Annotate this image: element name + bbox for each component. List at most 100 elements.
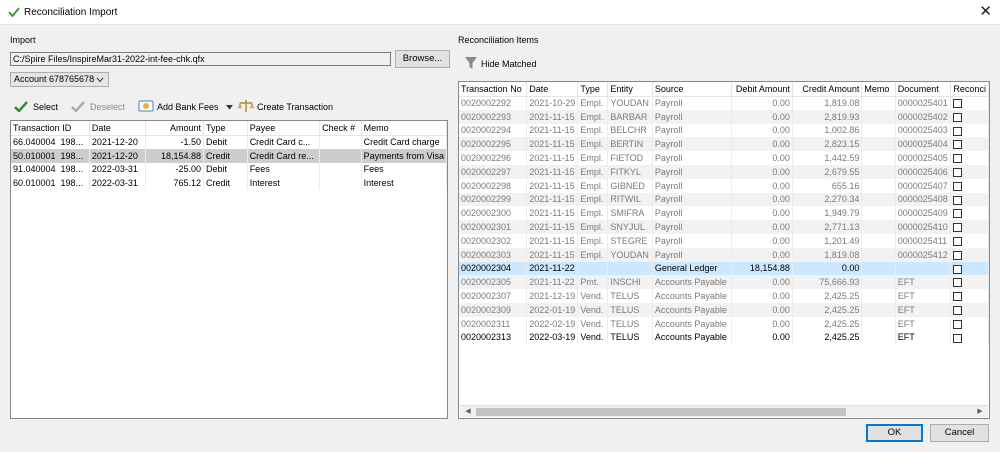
table-cell: 0000025410 [895,220,952,234]
reconciled-checkbox[interactable] [953,292,963,302]
reconciled-cell [950,137,989,152]
table-row[interactable]: 0020002293 2021-11-15 Empl. BARBAR Payroll 0.… [459,109,989,124]
table-cell: 0000025405 [895,151,952,165]
table-cell [861,316,896,331]
table-cell: 0020002307 [459,289,528,303]
table-cell: FITKYL [607,164,653,179]
table-row[interactable]: 0020002295 2021-11-15 Empl. BERTIN Payroll 0.… [459,137,989,152]
table-row[interactable]: 0020002311 2022-02-19 Vend. TELUS Accounts P… [459,316,989,331]
table-row[interactable]: 0020002299 2021-11-15 Empl. RITWIL Payroll 0.… [459,192,989,207]
table-cell: 0.00 [731,247,793,262]
table-row[interactable]: 91.040004 198... 2022-03-31 -25.00 Debit Fees… [11,162,447,177]
horizontal-scrollbar[interactable]: ◀ ▶ [460,405,988,417]
col-header-transaction-id[interactable]: Transaction ID [11,121,90,136]
reconciled-checkbox[interactable] [953,236,963,246]
table-row[interactable]: 0020002296 2021-11-15 Empl. FIETOD Payroll 0.… [459,151,989,165]
table-cell: Vend. [577,289,609,303]
col-header-entity[interactable]: Entity [607,82,653,97]
scroll-right-icon[interactable]: ▶ [974,406,986,418]
import-transactions-grid[interactable]: Transaction ID ^ Date Amount Type Payee C… [10,120,448,419]
hide-matched-button[interactable]: Hide Matched [464,56,537,72]
reconciliation-items-grid[interactable]: ^ Transaction No Date Type Entity Source … [458,81,990,419]
col-header-memo[interactable]: Memo [361,121,447,136]
reconciled-checkbox[interactable] [953,278,963,288]
table-cell: TELUS [607,316,653,331]
table-cell: 0.00 [731,316,793,331]
table-row[interactable]: 50.010001 198... 2021-12-20 18,154.88 Credit… [11,148,447,163]
account-select[interactable]: Account 678765678 [10,72,109,87]
table-cell: 0020002309 [459,302,528,317]
col-header-payee[interactable]: Payee [247,121,321,136]
table-cell: 50.010001 198... [11,148,90,163]
reconciled-checkbox[interactable] [953,305,963,315]
table-row[interactable]: 0020002298 2021-11-15 Empl. GIBNED Payroll 0.… [459,178,989,193]
table-row[interactable]: 0020002300 2021-11-15 Empl. SMIFRA Payroll 0.… [459,206,989,221]
table-cell [319,135,362,149]
table-row[interactable]: 0020002305 2021-11-22 Pmt. INSCHI Accounts P… [459,275,989,290]
table-row[interactable]: 0020002303 2021-11-15 Empl. YOUDAN Payroll 0.… [459,247,989,262]
col-header-source[interactable]: Source [652,82,732,97]
col-header-reconciled[interactable]: Reconci [950,82,989,97]
col-header-check[interactable]: Check # [319,121,362,136]
table-row[interactable]: 0020002302 2021-11-15 Empl. STEGRE Payroll 0.… [459,233,989,248]
col-header-transaction-no[interactable]: ^ Transaction No [459,82,528,97]
reconciled-checkbox[interactable] [953,168,963,177]
table-cell: 0.00 [731,275,793,290]
table-cell: Empl. [577,178,609,193]
reconciled-checkbox[interactable] [953,112,963,122]
reconciled-checkbox[interactable] [953,99,963,109]
table-cell: Payroll [652,109,732,124]
table-row[interactable]: 0020002292 2021-10-29 Empl. YOUDAN Payroll 0.… [459,96,989,110]
reconciled-cell [950,192,989,207]
table-cell: Credit Card re... [247,148,321,163]
table-cell [861,261,896,276]
reconciled-checkbox[interactable] [953,250,963,260]
table-cell: 2,819.93 [792,109,863,124]
table-row[interactable]: 0020002307 2021-12-19 Vend. TELUS Accounts P… [459,289,989,303]
cancel-button[interactable]: Cancel [930,424,989,442]
scroll-left-icon[interactable]: ◀ [462,406,474,418]
reconciled-checkbox[interactable] [953,209,963,219]
table-row[interactable]: 0020002301 2021-11-15 Empl. SNYJUL Payroll 0.… [459,220,989,234]
table-row[interactable]: 0020002313 2022-03-19 Vend. TELUS Accounts P… [459,330,989,345]
reconciled-cell [950,261,989,276]
reconciled-cell [950,164,989,179]
col-header-type[interactable]: Type [203,121,248,136]
table-row[interactable]: 0020002309 2022-01-19 Vend. TELUS Accounts P… [459,302,989,317]
table-cell: Accounts Payable [652,275,732,290]
create-transaction-button[interactable]: Create Transaction [238,99,333,115]
col-header-document[interactable]: Document [895,82,952,97]
deselect-button[interactable]: Deselect [71,100,125,114]
dropdown-arrow-icon[interactable] [225,102,233,112]
reconciled-checkbox[interactable] [953,154,963,164]
col-header-credit-amount[interactable]: Credit Amount [792,82,863,97]
table-row[interactable]: 0020002297 2021-11-15 Empl. FITKYL Payroll 0.… [459,164,989,179]
table-cell: 0020002292 [459,96,528,110]
col-header-date[interactable]: Date [526,82,579,97]
col-header-date[interactable]: ^ Date [89,121,147,136]
close-button[interactable]: ✕ [979,2,992,20]
table-row[interactable]: 60.010001 198... 2022-03-31 765.12 Credit Int… [11,176,447,191]
col-header-amount[interactable]: Amount [145,121,205,136]
select-button[interactable]: Select [14,100,58,114]
ok-button[interactable]: OK [866,424,923,442]
table-row[interactable]: 66.040004 198... 2021-12-20 -1.50 Debit Credi… [11,135,447,149]
reconciled-checkbox[interactable] [953,333,963,343]
table-row[interactable]: 0020002304 2021-11-22 General Ledger 18,154… [459,261,989,276]
reconciled-checkbox[interactable] [953,140,963,150]
reconciled-checkbox[interactable] [953,195,963,205]
reconciled-checkbox[interactable] [953,126,963,136]
table-row[interactable]: 0020002294 2021-11-15 Empl. BELCHR Payroll 0.… [459,123,989,138]
col-header-type[interactable]: Type [577,82,609,97]
reconciled-checkbox[interactable] [953,181,963,191]
reconciled-checkbox[interactable] [953,319,963,329]
col-header-memo[interactable]: Memo [861,82,896,97]
table-cell: Empl. [577,247,609,262]
scroll-thumb[interactable] [476,408,846,416]
col-header-debit-amount[interactable]: Debit Amount [731,82,793,97]
file-path-input[interactable]: C:/Spire Files/InspireMar31-2022-int-fee… [10,52,391,66]
reconciled-checkbox[interactable] [953,264,963,274]
add-bank-fees-button[interactable]: Add Bank Fees [138,99,233,115]
reconciled-checkbox[interactable] [953,223,963,233]
browse-button[interactable]: Browse... [395,50,450,68]
